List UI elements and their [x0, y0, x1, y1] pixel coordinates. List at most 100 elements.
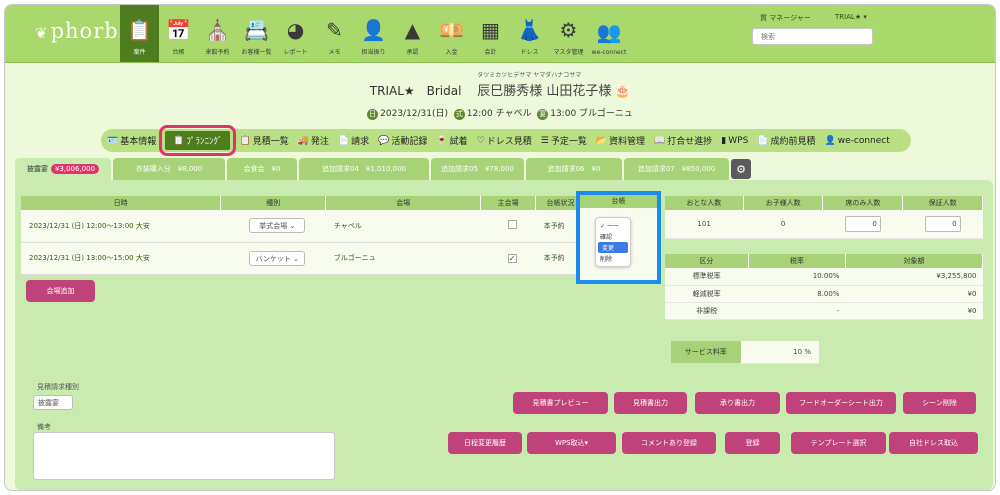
menu-order-icon: 🚚 [297, 135, 309, 146]
tax-cell: 非課税 [665, 302, 749, 320]
guest-header-3: 保証人数 [902, 196, 983, 210]
guest-header-1: お子様人数 [743, 196, 824, 210]
action-button[interactable]: 日程変更履歴 [448, 432, 522, 454]
tab-2[interactable]: 会食会 ¥0 [227, 158, 297, 180]
ceremony-badge: 式 [453, 109, 465, 120]
action-button[interactable]: 見積書プレビュー [513, 392, 608, 414]
menu-schedule[interactable]: ☰ 予定一覧 [540, 134, 587, 148]
menu-schedule-icon: ☰ [540, 135, 549, 146]
logo-sprig-icon: ❦ [35, 24, 49, 42]
menu-planning-label: ﾌﾟﾗﾝﾆﾝｸﾞ [186, 137, 223, 147]
nav-visit-icon: ⛪ [205, 18, 230, 42]
dropdown-option[interactable]: 削除 [596, 253, 630, 264]
nav-payment[interactable]: 💴 入金 [432, 5, 471, 62]
action-button[interactable]: 見積書出力 [614, 392, 687, 414]
menu-basic-info-label: 基本情報 [120, 137, 157, 147]
nav-approve[interactable]: ▲ 承認 [393, 5, 432, 62]
menu-documents[interactable]: 📂 資料管理 [596, 134, 645, 148]
dropdown-option[interactable]: 変更 [598, 242, 628, 253]
menu-basic-info-icon: 🪪 [107, 135, 119, 146]
menu-we-connect-icon: 👤 [824, 135, 836, 146]
app-window: ❦phorbs 📋 案件 📅 台帳 ⛪ 来館予約 📇 お客様一覧 ◕ レポート ✎ メモ 👤 担当振り ▲ 承… [4, 4, 996, 491]
action-button[interactable]: 承り書出力 [695, 392, 780, 414]
search-input[interactable]: 検索 [752, 28, 873, 45]
menu-we-connect[interactable]: 👤 we-connect [825, 136, 890, 146]
nav-ledger[interactable]: 📅 台帳 [159, 5, 198, 62]
menu-activity[interactable]: 💬 活動記録 [378, 134, 427, 148]
action-button[interactable]: テンプレート選択 [791, 432, 886, 454]
venue-type-select[interactable]: バンケット ⌄ [249, 250, 306, 266]
guest-count-input[interactable]: 0 [924, 215, 961, 232]
menu-pre-contract[interactable]: 📄 成約前見積 [757, 134, 815, 148]
menu-order[interactable]: 🚚 発注 [297, 134, 329, 148]
tab-3[interactable]: 追加請求04 ¥1,010,000 [299, 158, 429, 180]
nav-report[interactable]: ◕ レポート [276, 5, 315, 62]
page-title: TRIAL★ Bridal タツミカツヒデサマ ヤマダハナコサマ 辰巳勝秀様 山田… [5, 72, 995, 99]
guest-count-input[interactable]: 0 [844, 215, 881, 232]
ledger-action-dropdown[interactable]: ✓ ーー 確認 変更 削除 [595, 217, 631, 267]
tax-cell: - [748, 302, 846, 320]
menu-dress-estimate-label: ドレス見積 [486, 137, 532, 147]
action-button[interactable]: 登録 [725, 432, 780, 454]
venue-row: 2023/12/31 (日) 12:00〜13:00 大安 挙式会場 ⌄ チャペル本… [21, 210, 661, 243]
menu-meeting[interactable]: 📖 打合せ進捗 [654, 134, 712, 148]
action-button[interactable]: コメントあり登録 [622, 432, 716, 454]
reception-badge: 宴 [537, 109, 549, 120]
venue-header-1: 種別 [220, 196, 327, 210]
add-venue-button[interactable]: 会場追加 [26, 280, 95, 302]
tab-6[interactable]: 追加請求07 ¥850,000 [624, 158, 729, 180]
dropdown-option[interactable]: 確認 [596, 231, 630, 242]
venue-table: 日時 種別 会場 主会場 台帳状況 2023/12/31 (日) 12:00〜13:00… [21, 196, 661, 275]
venue-type-select[interactable]: 挙式会場 ⌄ [249, 218, 306, 234]
action-button[interactable]: シーン削除 [903, 392, 976, 414]
menu-planning[interactable]: 📋 ﾌﾟﾗﾝﾆﾝｸﾞ [159, 125, 237, 156]
logo[interactable]: ❦phorbs [35, 19, 130, 43]
main-venue-checkbox[interactable]: ✓ [507, 253, 517, 263]
user-name[interactable]: 質 マネージャー [760, 13, 811, 23]
ledger-header: 台帳 [580, 195, 657, 208]
menu-fitting-icon: 🍷 [436, 135, 448, 146]
tab-1[interactable]: 衣装購入分 ¥8,000 [113, 158, 225, 180]
tab-settings-gear-icon[interactable]: ⚙ [731, 159, 751, 179]
guest-value-0: 101 [665, 210, 744, 239]
menu-fitting-label: 試着 [449, 137, 468, 147]
action-button[interactable]: WPS取込▾ [527, 432, 616, 454]
nav-master[interactable]: ⚙ マスタ管理 [549, 5, 588, 62]
tab-label: 追加請求05 ¥78,000 [441, 165, 514, 173]
nav-ledger-label: 台帳 [172, 49, 185, 56]
menu-basic-info[interactable]: 🪪 基本情報 [107, 134, 157, 148]
event-title: TRIAL★ Bridal [369, 84, 474, 98]
nav-dress[interactable]: 👗 ドレス [510, 5, 549, 62]
estimate-type-select[interactable]: 披露宴 [33, 395, 73, 410]
action-button[interactable]: フードオーダーシート出力 [786, 392, 896, 414]
menu-fitting[interactable]: 🍷 試着 [436, 134, 468, 148]
dropdown-option[interactable]: ✓ ーー [596, 220, 630, 231]
nav-payment-icon: 💴 [439, 18, 464, 42]
event-date: 2023/12/31(日) [380, 109, 449, 119]
main-venue-checkbox[interactable] [507, 220, 517, 230]
nav-we-connect[interactable]: 👥 we-connect [588, 5, 630, 62]
cake-icon: 🎂 [615, 84, 631, 98]
nav-dress-label: ドレス [520, 49, 539, 56]
nav-assign[interactable]: 👤 担当振り [354, 5, 393, 62]
tab-5[interactable]: 追加請求06 ¥0 [526, 158, 622, 180]
menu-billing[interactable]: 📄 請求 [338, 134, 370, 148]
menu-billing-label: 請求 [351, 137, 370, 147]
nav-case[interactable]: 📋 案件 [120, 5, 159, 62]
guest-count-table: おとな人数 お子様人数 席のみ人数 保証人数 101 0 0 0 [665, 196, 983, 239]
notes-textarea[interactable] [33, 432, 335, 480]
action-button[interactable]: 自社ドレス取込 [889, 432, 978, 454]
nav-customers[interactable]: 📇 お客様一覧 [237, 5, 276, 62]
nav-master-label: マスタ管理 [553, 49, 584, 56]
trial-menu[interactable]: TRIAL★ ▾ [835, 13, 867, 21]
ledger-column-highlight: 台帳 ✓ ーー 確認 変更 削除 [576, 191, 661, 284]
nav-accounting[interactable]: ▦ 会計 [471, 5, 510, 62]
menu-wps[interactable]: ▮ WPS [721, 136, 748, 146]
menu-estimates[interactable]: 📋 見積一覧 [239, 134, 288, 148]
estimate-type-label: 見積請求種別 [37, 383, 79, 391]
tab-0[interactable]: 披露宴 ¥3,006,000 [15, 158, 111, 180]
nav-visit[interactable]: ⛪ 来館予約 [198, 5, 237, 62]
menu-dress-estimate[interactable]: ♡ ドレス見積 [477, 134, 532, 148]
nav-memo[interactable]: ✎ メモ [315, 5, 354, 62]
tab-4[interactable]: 追加請求05 ¥78,000 [431, 158, 524, 180]
